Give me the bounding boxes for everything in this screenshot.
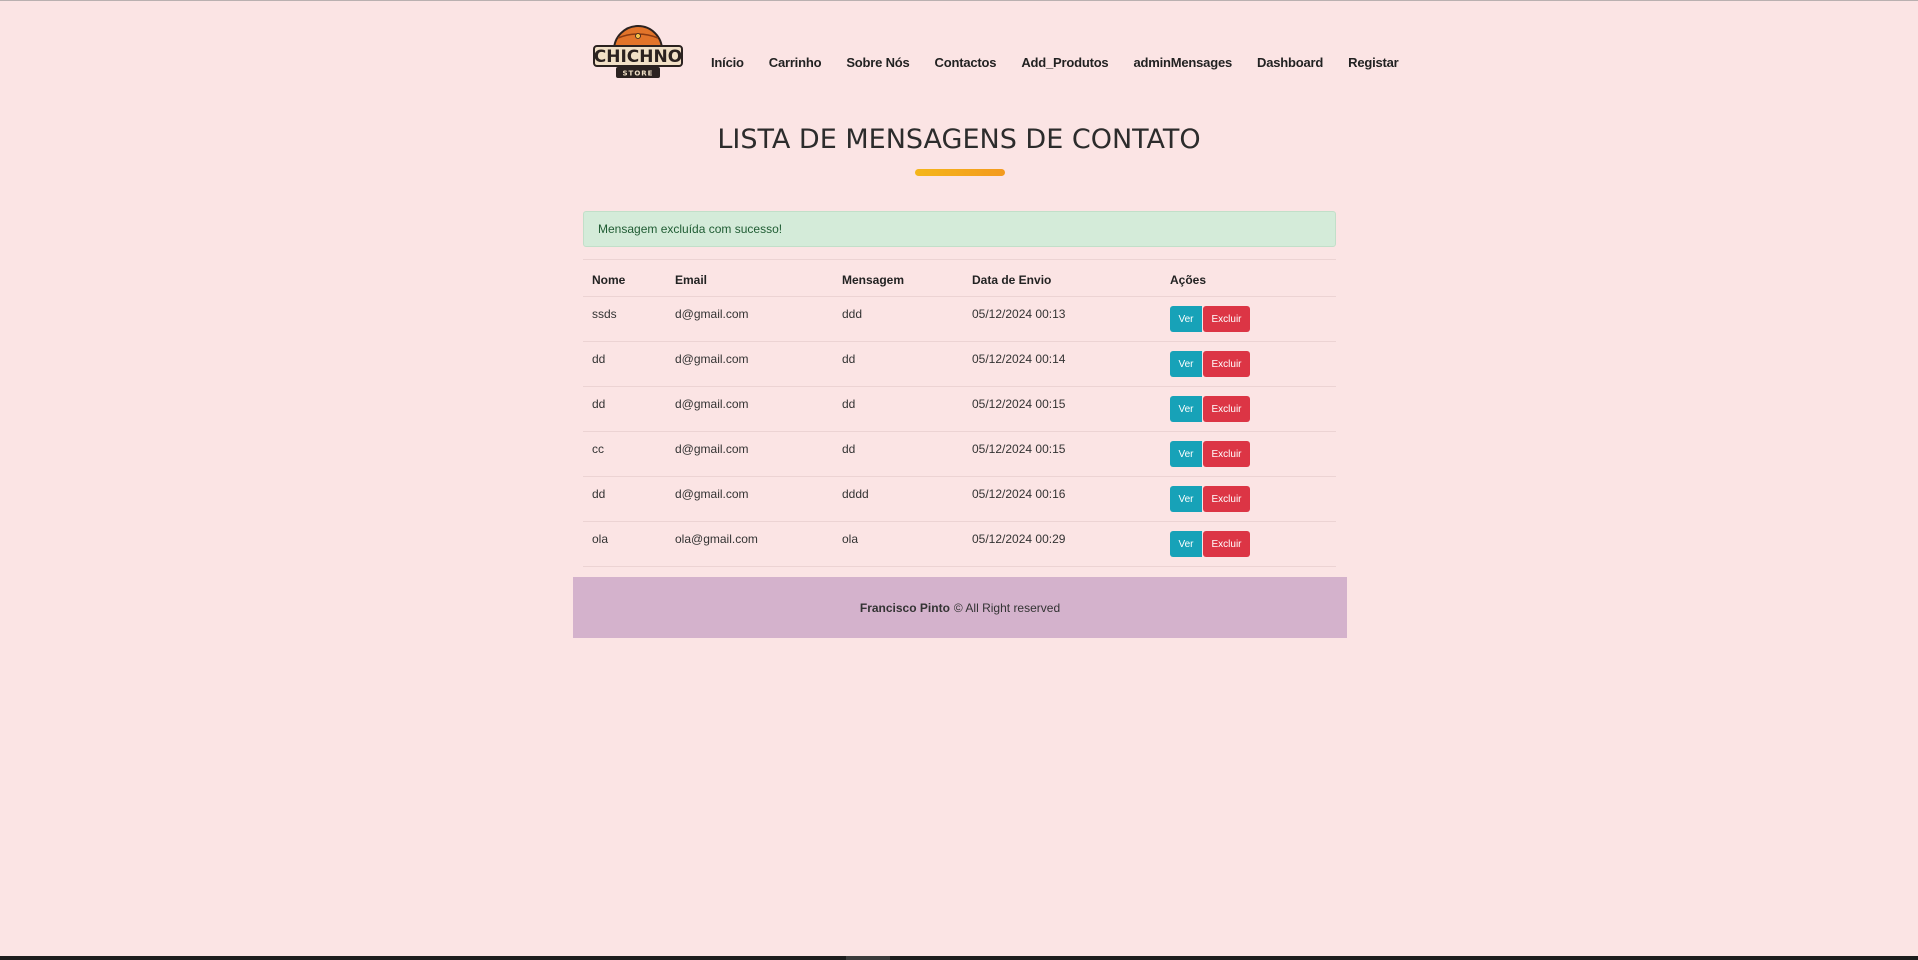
delete-button[interactable]: Excluir	[1203, 306, 1250, 332]
nav-item-sobre-nos[interactable]: Sobre Nós	[846, 55, 909, 70]
row-actions: Ver Excluir	[1170, 486, 1250, 512]
cell-mensagem: ddd	[842, 306, 863, 321]
cell-mensagem: ola	[842, 531, 859, 546]
row-actions: Ver Excluir	[1170, 351, 1250, 377]
row-actions: Ver Excluir	[1170, 531, 1250, 557]
row-actions: Ver Excluir	[1170, 441, 1250, 467]
cell-data: 05/12/2024 00:16	[972, 486, 1066, 501]
main-nav: Início Carrinho Sobre Nós Contactos Add_…	[711, 52, 1399, 72]
column-header-acoes: Ações	[1170, 273, 1207, 287]
nav-item-admin-mensages[interactable]: adminMensages	[1133, 55, 1232, 70]
table-row: cc d@gmail.com dd 05/12/2024 00:15 Ver E…	[583, 432, 1336, 477]
cell-nome: dd	[592, 351, 606, 366]
column-header-data: Data de Envio	[972, 273, 1052, 287]
nav-item-contactos[interactable]: Contactos	[935, 55, 997, 70]
table-row: dd d@gmail.com dd 05/12/2024 00:15 Ver E…	[583, 387, 1336, 432]
cell-nome: ola	[592, 531, 609, 546]
alert-text: Mensagem excluída com sucesso!	[598, 222, 783, 236]
column-header-mensagem: Mensagem	[842, 273, 905, 287]
view-button[interactable]: Ver	[1170, 441, 1202, 467]
view-button[interactable]: Ver	[1170, 486, 1202, 512]
cell-nome: cc	[592, 441, 604, 456]
view-button[interactable]: Ver	[1170, 351, 1202, 377]
table-row: ssds d@gmail.com ddd 05/12/2024 00:13 Ve…	[583, 297, 1336, 342]
logo-text: CHICHNO	[594, 47, 682, 67]
nav-item-inicio[interactable]: Início	[711, 55, 744, 70]
nav-item-carrinho[interactable]: Carrinho	[769, 55, 822, 70]
messages-table: Nome Email Mensagem Data de Envio Ações …	[583, 259, 1336, 567]
cell-email: d@gmail.com	[675, 486, 749, 501]
view-button[interactable]: Ver	[1170, 306, 1202, 332]
table-header-row: Nome Email Mensagem Data de Envio Ações	[583, 260, 1336, 297]
row-actions: Ver Excluir	[1170, 396, 1250, 422]
success-alert: Mensagem excluída com sucesso!	[583, 211, 1336, 247]
delete-button[interactable]: Excluir	[1203, 531, 1250, 557]
delete-button[interactable]: Excluir	[1203, 396, 1250, 422]
cell-data: 05/12/2024 00:13	[972, 306, 1066, 321]
footer-rights: © All Right reserved	[953, 600, 1061, 615]
cell-nome: dd	[592, 486, 606, 501]
title-underline	[915, 169, 1005, 176]
cell-email: d@gmail.com	[675, 306, 749, 321]
logo-subtext: STORE	[623, 70, 654, 78]
row-actions: Ver Excluir	[1170, 306, 1250, 332]
nav-item-dashboard[interactable]: Dashboard	[1257, 55, 1323, 70]
column-header-nome: Nome	[592, 273, 626, 287]
cell-data: 05/12/2024 00:15	[972, 396, 1066, 411]
page-footer: Francisco Pinto © All Right reserved	[573, 577, 1347, 638]
cell-mensagem: dddd	[842, 486, 869, 501]
cell-email: d@gmail.com	[675, 396, 749, 411]
logo-graphic: CHICHNO STORE	[593, 25, 683, 78]
top-border	[0, 0, 1918, 1]
cell-nome: dd	[592, 396, 606, 411]
cell-mensagem: dd	[842, 396, 856, 411]
nav-item-add-produtos[interactable]: Add_Produtos	[1021, 55, 1108, 70]
view-button[interactable]: Ver	[1170, 531, 1202, 557]
bottom-bar	[0, 956, 1918, 960]
cell-data: 05/12/2024 00:14	[972, 351, 1066, 366]
cell-mensagem: dd	[842, 351, 856, 366]
cell-email: d@gmail.com	[675, 441, 749, 456]
table-row: dd d@gmail.com dddd 05/12/2024 00:16 Ver…	[583, 477, 1336, 522]
delete-button[interactable]: Excluir	[1203, 351, 1250, 377]
cell-data: 05/12/2024 00:15	[972, 441, 1066, 456]
view-button[interactable]: Ver	[1170, 396, 1202, 422]
nav-item-registar[interactable]: Registar	[1348, 55, 1399, 70]
delete-button[interactable]: Excluir	[1203, 486, 1250, 512]
table-row: dd d@gmail.com dd 05/12/2024 00:14 Ver E…	[583, 342, 1336, 387]
cell-email: ola@gmail.com	[675, 531, 758, 546]
cell-mensagem: dd	[842, 441, 856, 456]
table-row: ola ola@gmail.com ola 05/12/2024 00:29 V…	[583, 522, 1336, 567]
cell-data: 05/12/2024 00:29	[972, 531, 1066, 546]
bottom-bar-handle	[846, 956, 890, 960]
column-header-email: Email	[675, 273, 708, 287]
delete-button[interactable]: Excluir	[1203, 441, 1250, 467]
footer-author: Francisco Pinto	[859, 600, 950, 615]
page-title: LISTA DE MENSAGENS DE CONTATO	[717, 124, 1201, 155]
cell-email: d@gmail.com	[675, 351, 749, 366]
store-logo[interactable]: CHICHNO STORE	[592, 24, 684, 84]
cell-nome: ssds	[592, 306, 617, 321]
